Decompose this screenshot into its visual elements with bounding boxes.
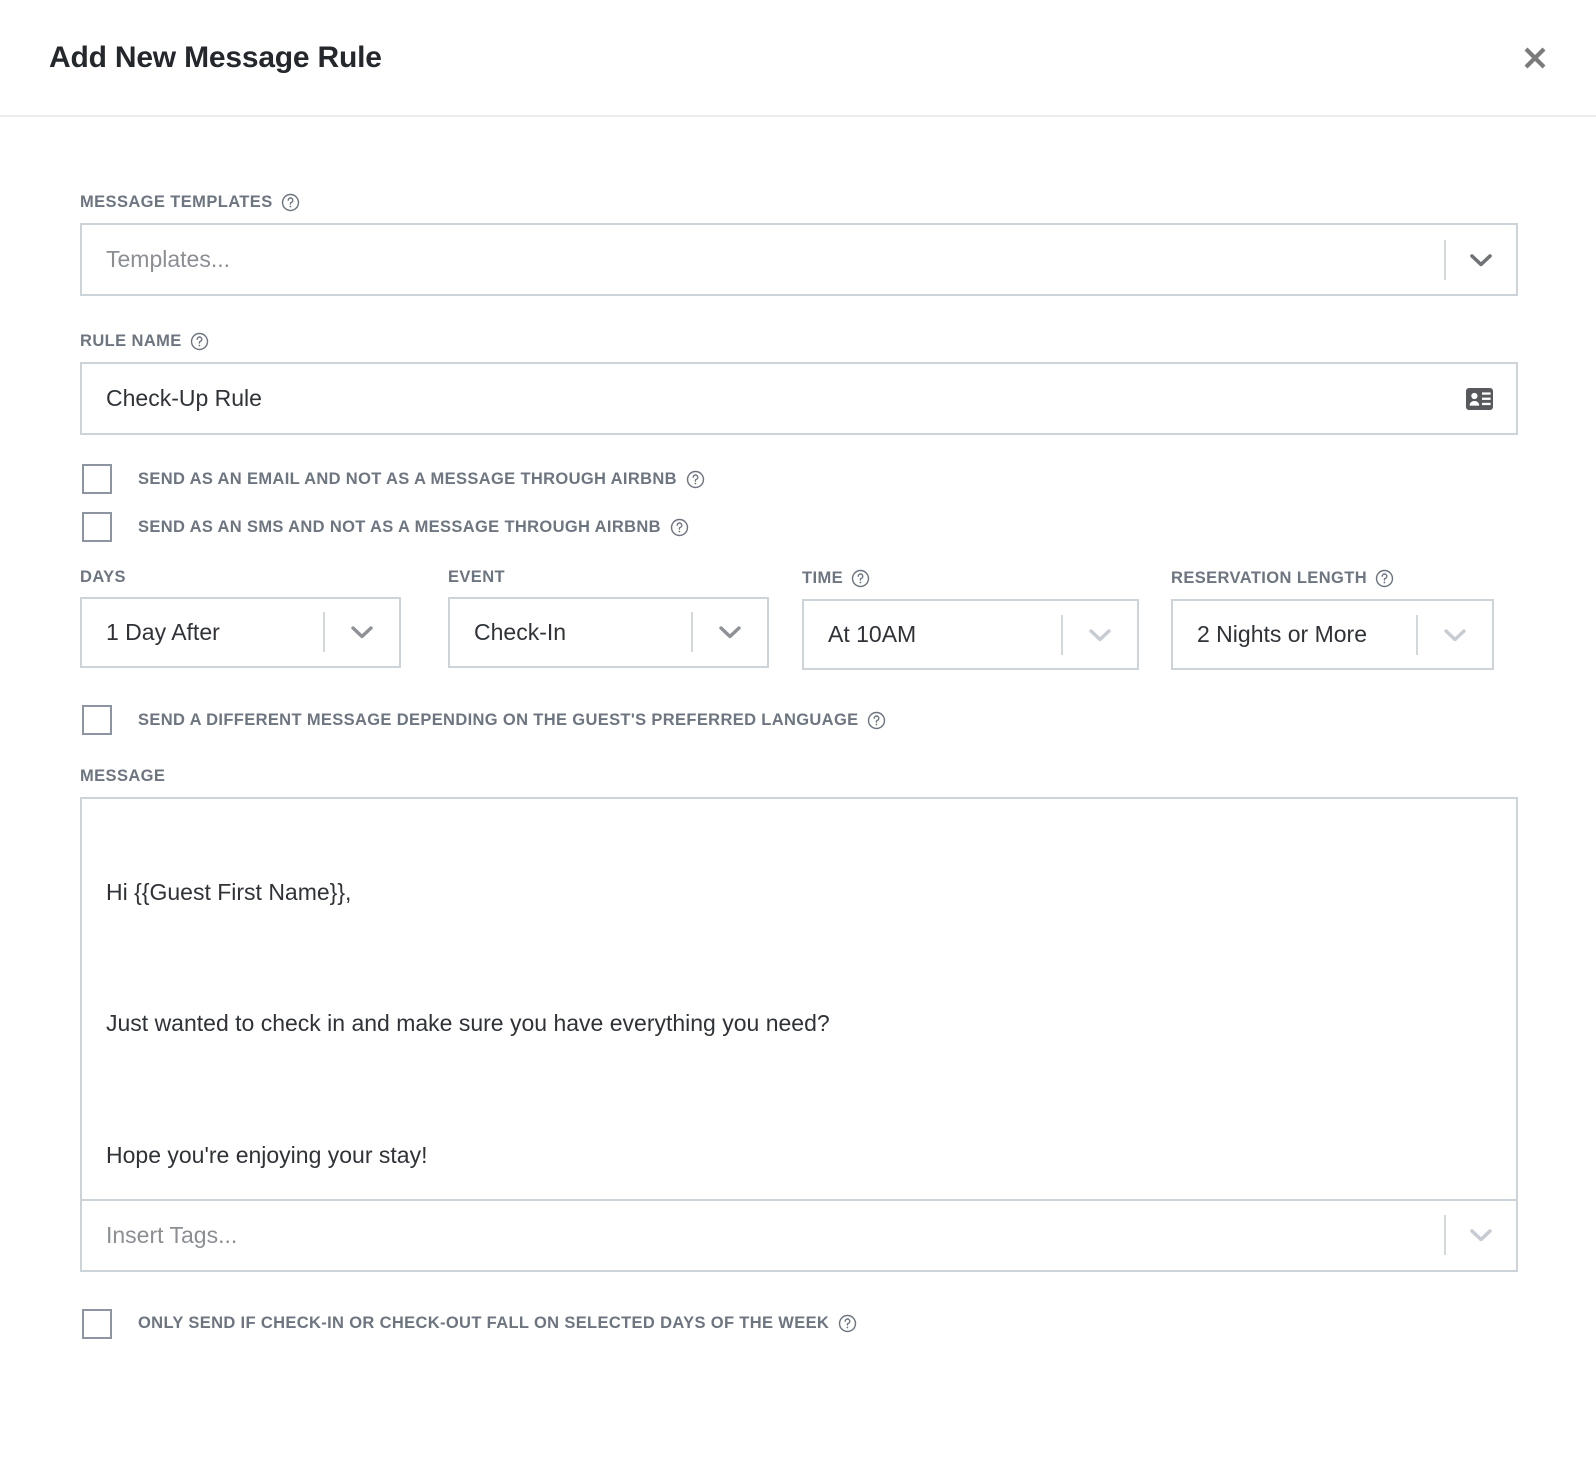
rule-name-field: RULE NAME Check-Up Rule [80, 332, 1518, 435]
help-circle-icon[interactable] [851, 569, 870, 588]
help-circle-icon[interactable] [670, 518, 689, 537]
reservation-length-select[interactable]: 2 Nights or More [1171, 599, 1494, 670]
send-as-email-label-text: SEND AS AN EMAIL AND NOT AS A MESSAGE TH… [138, 471, 677, 488]
chevron-down-icon[interactable] [1063, 625, 1137, 645]
event-select[interactable]: Check-In [448, 597, 769, 668]
schedule-row: DAYS 1 Day After EVENT Chec [80, 569, 1518, 670]
event-label-text: EVENT [448, 569, 505, 586]
message-label: MESSAGE [80, 768, 1518, 785]
rule-name-input[interactable]: Check-Up Rule [80, 362, 1518, 435]
send-as-sms-checkbox[interactable] [82, 512, 112, 542]
preferred-language-row: SEND A DIFFERENT MESSAGE DEPENDING ON TH… [80, 700, 1518, 740]
message-templates-value: Templates... [82, 246, 1444, 273]
chevron-down-icon[interactable] [1446, 250, 1516, 270]
time-select[interactable]: At 10AM [802, 599, 1139, 670]
insert-tags-select[interactable]: Insert Tags... [82, 1199, 1516, 1270]
message-label-text: MESSAGE [80, 768, 165, 785]
message-templates-select[interactable]: Templates... [80, 223, 1518, 296]
days-label-text: DAYS [80, 569, 126, 586]
message-editor: Hi {{Guest First Name}}, Just wanted to … [80, 797, 1518, 1272]
message-line-2: Just wanted to check in and make sure yo… [106, 1010, 1492, 1037]
time-label: TIME [802, 569, 1139, 588]
help-circle-icon[interactable] [838, 1314, 857, 1333]
send-as-sms-label: SEND AS AN SMS AND NOT AS A MESSAGE THRO… [138, 518, 689, 537]
message-textarea[interactable]: Hi {{Guest First Name}}, Just wanted to … [82, 799, 1516, 1199]
rule-name-label: RULE NAME [80, 332, 1518, 351]
message-line-3: Hope you're enjoying your stay! [106, 1142, 1492, 1169]
time-label-text: TIME [802, 570, 843, 587]
delivery-options-group: SEND AS AN EMAIL AND NOT AS A MESSAGE TH… [80, 459, 1518, 547]
days-of-week-row: ONLY SEND IF CHECK-IN OR CHECK-OUT FALL … [80, 1304, 1518, 1344]
help-circle-icon[interactable] [190, 332, 209, 351]
days-value: 1 Day After [82, 619, 323, 646]
send-as-sms-label-text: SEND AS AN SMS AND NOT AS A MESSAGE THRO… [138, 519, 661, 536]
reservation-length-label: RESERVATION LENGTH [1171, 569, 1494, 588]
help-circle-icon[interactable] [686, 470, 705, 489]
insert-tags-value: Insert Tags... [82, 1222, 1444, 1249]
days-label: DAYS [80, 569, 401, 586]
message-templates-label: MESSAGE TEMPLATES [80, 193, 1518, 212]
send-as-email-label: SEND AS AN EMAIL AND NOT AS A MESSAGE TH… [138, 470, 705, 489]
reservation-length-field: RESERVATION LENGTH 2 Nights or More [1171, 569, 1494, 670]
modal-header: Add New Message Rule [0, 0, 1596, 117]
page-title: Add New Message Rule [49, 41, 382, 75]
message-field: MESSAGE Hi {{Guest First Name}}, Just wa… [80, 768, 1518, 1272]
help-circle-icon[interactable] [1375, 569, 1394, 588]
help-circle-icon[interactable] [281, 193, 300, 212]
days-field: DAYS 1 Day After [80, 569, 401, 670]
send-as-email-checkbox[interactable] [82, 464, 112, 494]
add-message-rule-modal: Add New Message Rule MESSAGE TEMPLATES [0, 0, 1596, 1478]
days-of-week-checkbox[interactable] [82, 1309, 112, 1339]
rule-name-label-text: RULE NAME [80, 333, 182, 350]
message-templates-label-text: MESSAGE TEMPLATES [80, 194, 273, 211]
chevron-down-icon[interactable] [693, 622, 767, 642]
reservation-length-label-text: RESERVATION LENGTH [1171, 570, 1367, 587]
chevron-down-icon[interactable] [1446, 1225, 1516, 1245]
send-as-sms-row: SEND AS AN SMS AND NOT AS A MESSAGE THRO… [80, 507, 1518, 547]
message-templates-field: MESSAGE TEMPLATES Templates... [80, 193, 1518, 296]
close-icon[interactable] [1512, 35, 1558, 81]
rule-name-value: Check-Up Rule [82, 385, 1465, 412]
chevron-down-icon[interactable] [325, 622, 399, 642]
preferred-language-label-text: SEND A DIFFERENT MESSAGE DEPENDING ON TH… [138, 712, 858, 729]
event-value: Check-In [450, 619, 691, 646]
event-field: EVENT Check-In [448, 569, 769, 670]
time-field: TIME At 10AM [802, 569, 1139, 670]
message-line-1: Hi {{Guest First Name}}, [106, 879, 1492, 906]
time-value: At 10AM [804, 621, 1061, 648]
modal-body: MESSAGE TEMPLATES Templates... [0, 117, 1596, 1344]
preferred-language-checkbox[interactable] [82, 705, 112, 735]
reservation-length-value: 2 Nights or More [1173, 621, 1416, 648]
days-select[interactable]: 1 Day After [80, 597, 401, 668]
contact-card-icon[interactable] [1465, 387, 1516, 411]
help-circle-icon[interactable] [867, 711, 886, 730]
event-label: EVENT [448, 569, 769, 586]
days-of-week-label: ONLY SEND IF CHECK-IN OR CHECK-OUT FALL … [138, 1314, 857, 1333]
preferred-language-label: SEND A DIFFERENT MESSAGE DEPENDING ON TH… [138, 711, 886, 730]
send-as-email-row: SEND AS AN EMAIL AND NOT AS A MESSAGE TH… [80, 459, 1518, 499]
chevron-down-icon[interactable] [1418, 625, 1492, 645]
days-of-week-label-text: ONLY SEND IF CHECK-IN OR CHECK-OUT FALL … [138, 1315, 829, 1332]
